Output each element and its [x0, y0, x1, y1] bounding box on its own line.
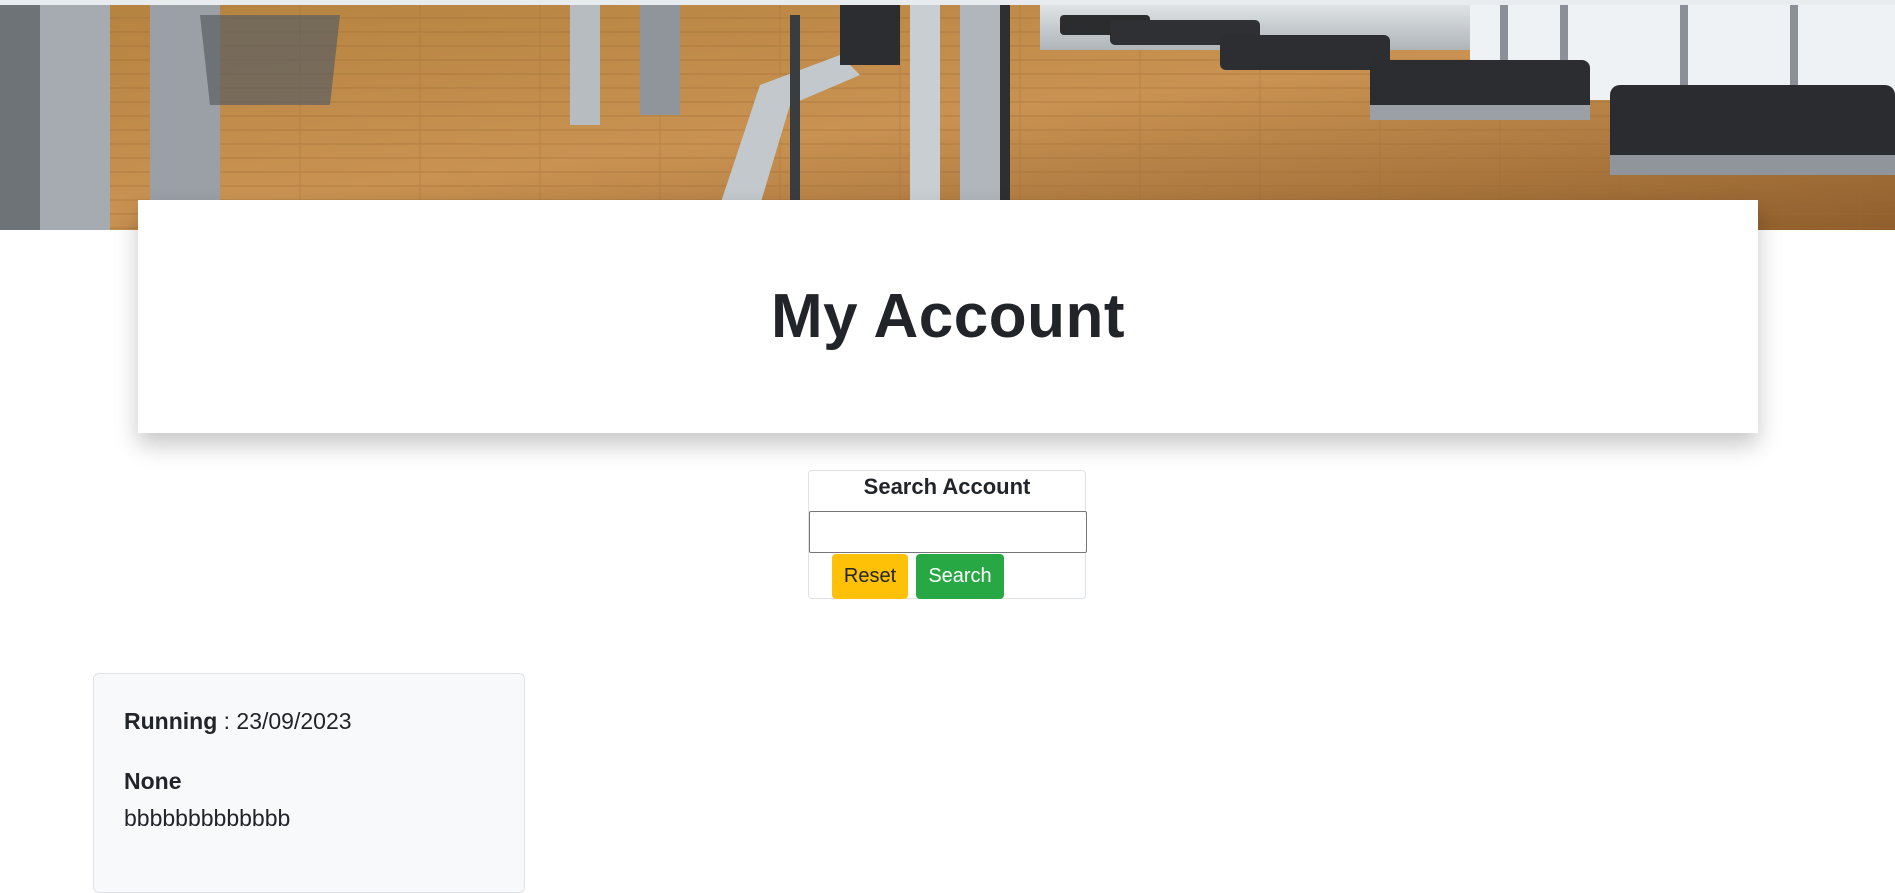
activity-line: Running : 23/09/2023: [124, 708, 352, 735]
activity-subtitle: None: [124, 768, 182, 794]
search-button[interactable]: Search: [916, 554, 1004, 599]
activity-separator: :: [217, 708, 237, 734]
activity-note: bbbbbbbbbbbbb: [124, 805, 291, 831]
page-header-card: My Account: [138, 200, 1758, 433]
search-account-form: Search Account Reset Search: [808, 470, 1087, 599]
activity-entry-card: Running : 23/09/2023 None bbbbbbbbbbbbb: [93, 673, 525, 893]
search-input[interactable]: [809, 511, 1087, 553]
hero-banner-image: [0, 5, 1895, 230]
activity-name: Running: [124, 708, 218, 734]
page-title: My Account: [770, 282, 1126, 351]
activity-date: 23/09/2023: [236, 708, 352, 734]
reset-button[interactable]: Reset: [832, 554, 908, 599]
search-form-title: Search Account: [863, 474, 1031, 499]
